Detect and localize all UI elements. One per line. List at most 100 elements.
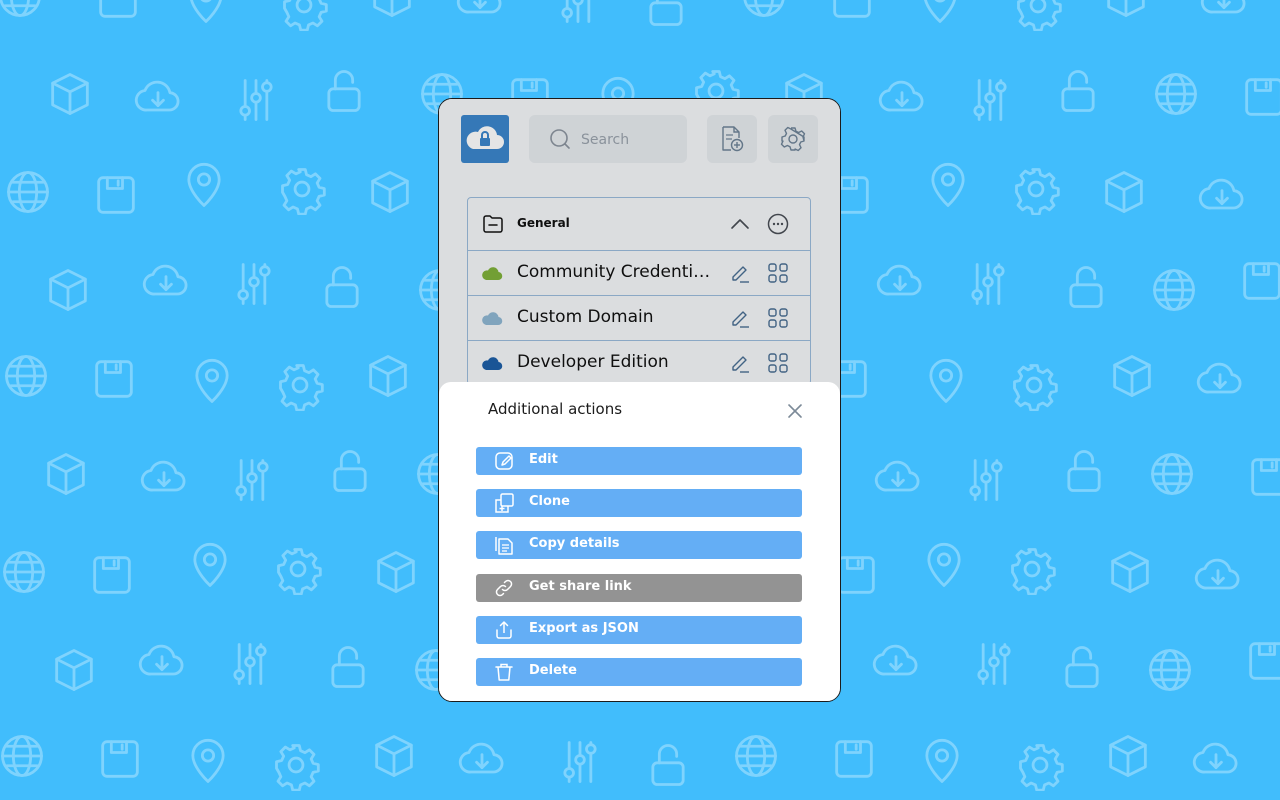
bg-gear-icon bbox=[276, 163, 328, 215]
bg-sliders-icon bbox=[968, 638, 1020, 690]
bg-box-icon bbox=[1102, 730, 1154, 782]
close-icon[interactable] bbox=[785, 401, 805, 421]
bg-box-icon bbox=[1098, 166, 1150, 218]
bg-globe-icon bbox=[0, 0, 46, 22]
bg-sliders-icon bbox=[226, 454, 278, 506]
bg-map-pin-icon bbox=[914, 0, 966, 28]
bg-cloud-download-icon bbox=[1190, 733, 1242, 785]
bg-box-icon bbox=[42, 264, 94, 316]
bg-unlock-icon bbox=[1060, 261, 1112, 313]
bg-save-icon bbox=[828, 733, 880, 785]
bg-save-icon bbox=[1242, 635, 1280, 687]
bg-globe-icon bbox=[0, 350, 52, 402]
bg-cloud-download-icon bbox=[1194, 353, 1246, 405]
bg-map-pin-icon bbox=[918, 540, 970, 592]
bg-unlock-icon bbox=[322, 641, 374, 693]
bg-box-icon bbox=[1104, 546, 1156, 598]
bg-unlock-icon bbox=[324, 445, 376, 497]
bg-unlock-icon bbox=[640, 0, 692, 31]
clone-icon bbox=[495, 493, 514, 513]
bg-map-pin-icon bbox=[184, 540, 236, 592]
bg-cloud-download-icon bbox=[1192, 549, 1244, 601]
bg-save-icon bbox=[86, 549, 138, 601]
bg-save-icon bbox=[826, 0, 878, 25]
action-label: Export as JSON bbox=[529, 620, 639, 636]
bg-map-pin-icon bbox=[186, 356, 238, 408]
bg-cloud-download-icon bbox=[874, 255, 926, 307]
bg-sliders-icon bbox=[228, 258, 280, 310]
bg-save-icon bbox=[90, 169, 142, 221]
bg-cloud-download-icon bbox=[454, 0, 506, 25]
export-as-json-button[interactable]: Export as JSON bbox=[476, 615, 802, 644]
bg-cloud-download-icon bbox=[870, 635, 922, 687]
bg-cloud-download-icon bbox=[876, 71, 928, 123]
bg-unlock-icon bbox=[1058, 445, 1110, 497]
bg-cloud-download-icon bbox=[138, 451, 190, 503]
bg-unlock-icon bbox=[1052, 65, 1104, 117]
bg-box-icon bbox=[48, 644, 100, 696]
copy-details-button[interactable]: Copy details bbox=[476, 531, 802, 560]
bg-globe-icon bbox=[1148, 264, 1200, 316]
action-label: Copy details bbox=[529, 536, 620, 552]
get-share-link-button[interactable]: Get share link bbox=[476, 573, 802, 602]
bg-globe-icon bbox=[1146, 448, 1198, 500]
bg-cloud-download-icon bbox=[132, 71, 184, 123]
action-label: Delete bbox=[529, 663, 577, 678]
bg-sliders-icon bbox=[230, 74, 282, 126]
bg-gear-icon bbox=[1006, 543, 1058, 595]
bg-box-icon bbox=[368, 730, 420, 782]
additional-actions-sheet: Additional actions Edit Clone Copy details… bbox=[439, 382, 840, 701]
edit-button[interactable]: Edit bbox=[476, 447, 802, 475]
bg-map-pin-icon bbox=[920, 356, 972, 408]
bg-globe-icon bbox=[738, 0, 790, 22]
bg-globe-icon bbox=[730, 730, 782, 782]
bg-save-icon bbox=[1238, 71, 1280, 123]
bg-gear-icon bbox=[1014, 739, 1066, 791]
bg-box-icon bbox=[44, 68, 96, 120]
bg-unlock-icon bbox=[1056, 641, 1108, 693]
bg-cloud-download-icon bbox=[1198, 0, 1250, 25]
bg-unlock-icon bbox=[316, 261, 368, 313]
bg-sliders-icon bbox=[962, 258, 1014, 310]
bg-save-icon bbox=[94, 733, 146, 785]
bg-gear-icon bbox=[1008, 359, 1060, 411]
bg-save-icon bbox=[92, 0, 144, 25]
bg-globe-icon bbox=[0, 546, 50, 598]
bg-sliders-icon bbox=[552, 0, 604, 28]
edit-icon bbox=[495, 452, 513, 470]
clone-button[interactable]: Clone bbox=[476, 489, 802, 518]
bg-cloud-download-icon bbox=[456, 733, 508, 785]
bg-box-icon bbox=[40, 448, 92, 500]
bg-sliders-icon bbox=[224, 638, 276, 690]
export-icon bbox=[496, 621, 512, 639]
bg-sliders-icon bbox=[964, 74, 1016, 126]
delete-button[interactable]: Delete bbox=[476, 658, 802, 686]
bg-gear-icon bbox=[274, 359, 326, 411]
copy-document-icon bbox=[495, 537, 513, 556]
bg-gear-icon bbox=[1012, 0, 1064, 31]
bg-box-icon bbox=[362, 350, 414, 402]
bg-cloud-download-icon bbox=[872, 451, 924, 503]
bg-save-icon bbox=[1244, 451, 1280, 503]
action-label: Edit bbox=[529, 452, 558, 467]
bg-map-pin-icon bbox=[178, 160, 230, 212]
bg-unlock-icon bbox=[318, 65, 370, 117]
action-label: Clone bbox=[529, 494, 570, 510]
bg-box-icon bbox=[366, 0, 418, 22]
bg-map-pin-icon bbox=[182, 736, 234, 788]
bg-gear-icon bbox=[1010, 163, 1062, 215]
bg-globe-icon bbox=[1144, 644, 1196, 696]
action-label: Get share link bbox=[529, 578, 632, 594]
extension-popup: General Community CredentialsCustom Doma… bbox=[438, 98, 841, 702]
bg-sliders-icon bbox=[960, 454, 1012, 506]
bg-box-icon bbox=[370, 546, 422, 598]
bg-unlock-icon bbox=[642, 739, 694, 791]
bg-map-pin-icon bbox=[922, 160, 974, 212]
bg-gear-icon bbox=[272, 543, 324, 595]
bg-save-icon bbox=[88, 353, 140, 405]
bg-box-icon bbox=[364, 166, 416, 218]
bg-box-icon bbox=[1100, 0, 1152, 22]
bg-cloud-download-icon bbox=[140, 255, 192, 307]
bg-save-icon bbox=[1236, 255, 1280, 307]
bg-sliders-icon bbox=[554, 736, 606, 788]
